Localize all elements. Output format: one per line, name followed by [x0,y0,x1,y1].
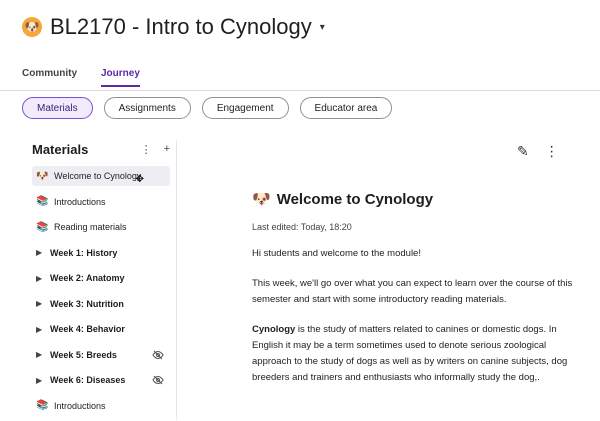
sidebar-item-label: Introductions [54,196,106,207]
course-title-row[interactable]: 🐶 BL2170 - Intro to Cynology ▾ [22,14,325,40]
filter-chip-assignments[interactable]: Assignments [103,97,191,119]
sidebar-item-week-3[interactable]: ▶ Week 3: Nutrition [32,294,170,314]
content-toolbar: ✎ ⋮ [517,143,559,160]
materials-sidebar: Materials ⋮ + 🐶 Welcome to Cynology ✥ 📚 … [32,140,170,421]
page-title: Welcome to Cynology [276,190,434,208]
expand-arrow-icon[interactable]: ▶ [36,325,50,334]
sidebar-item-introductions[interactable]: 📚 Introductions [32,192,170,212]
page-header: 🐶 BL2170 - Intro to Cynology ▾ Community… [0,0,600,91]
course-logo-icon: 🐶 [22,17,42,37]
paragraph-intro: Hi students and welcome to the module! [252,248,421,259]
chevron-down-icon[interactable]: ▾ [320,22,325,33]
expand-arrow-icon[interactable]: ▶ [36,350,50,359]
stacked-books-icon: 📚 [36,221,49,233]
eye-off-icon[interactable] [152,374,164,386]
filter-chip-engagement[interactable]: Engagement [201,97,289,119]
sidebar-divider [176,140,177,421]
tab-journey[interactable]: Journey [101,68,140,87]
content-area: 🐶 Welcome to Cynology Last edited: Today… [252,190,582,386]
filter-chip-educator-area[interactable]: Educator area [299,97,393,119]
books-icon: 📚 [36,196,49,207]
sidebar-item-week-1[interactable]: ▶ Week 1: History [32,243,170,263]
course-title[interactable]: BL2170 - Intro to Cynology [50,14,312,40]
expand-arrow-icon[interactable]: ▶ [36,299,50,308]
expand-arrow-icon[interactable]: ▶ [36,248,50,257]
sidebar-item-label: Reading materials [54,222,127,232]
sidebar-item-introductions-2[interactable]: 📚 Introductions [32,396,170,416]
sidebar-title: Materials [32,141,89,157]
paragraph-week-overview: This week, we'll go over what you can ex… [252,278,573,305]
sidebar-item-week-4[interactable]: ▶ Week 4: Behavior [32,319,170,339]
add-icon[interactable]: + [164,143,170,156]
dog-icon: 🐶 [36,170,49,182]
edit-icon[interactable]: ✎ [517,143,529,160]
sidebar-item-label: Introductions [54,400,106,411]
sidebar-item-label: Week 2: Anatomy [50,273,125,283]
expand-arrow-icon[interactable]: ▶ [36,274,50,283]
more-options-icon[interactable]: ⋮ [141,143,152,156]
eye-off-icon[interactable] [152,349,164,361]
definition-term: Cynology [252,324,296,335]
sidebar-item-week-2[interactable]: ▶ Week 2: Anatomy [32,268,170,288]
sidebar-header: Materials ⋮ + [32,140,170,158]
sidebar-item-label: Week 6: Diseases [50,375,126,385]
sidebar-item-label: Week 1: History [50,247,118,258]
sidebar-item-welcome[interactable]: 🐶 Welcome to Cynology ✥ [32,166,170,186]
last-edited: Last edited: Today, 18:20 [252,222,352,232]
move-cursor-icon: ✥ [135,174,144,185]
tab-bar: Community Journey [22,68,140,87]
sidebar-item-reading-materials[interactable]: 📚 Reading materials [32,217,170,237]
page-title-row: 🐶 Welcome to Cynology [252,190,582,209]
expand-arrow-icon[interactable]: ▶ [36,376,50,385]
sidebar-item-label: Week 3: Nutrition [50,298,124,309]
scroll-fade [0,415,600,421]
filter-chip-materials[interactable]: Materials [22,97,93,119]
tab-community[interactable]: Community [22,68,77,87]
definition-text: is the study of matters related to canin… [252,324,568,383]
sidebar-tools: ⋮ + [141,143,170,156]
books-icon: 📚 [36,400,49,411]
sidebar-item-label: Welcome to Cynology [54,171,142,181]
sidebar-item-week-6[interactable]: ▶ Week 6: Diseases [32,370,170,390]
more-options-icon[interactable]: ⋮ [545,143,559,160]
sidebar-item-label: Week 4: Behavior [50,324,125,334]
filter-chip-group: Materials Assignments Engagement Educato… [22,97,393,119]
dog-icon: 🐶 [252,191,271,208]
sidebar-item-label: Week 5: Breeds [50,349,117,360]
paragraph-definition: Cynology is the study of matters related… [252,322,582,386]
sidebar-item-week-5[interactable]: ▶ Week 5: Breeds [32,345,170,365]
